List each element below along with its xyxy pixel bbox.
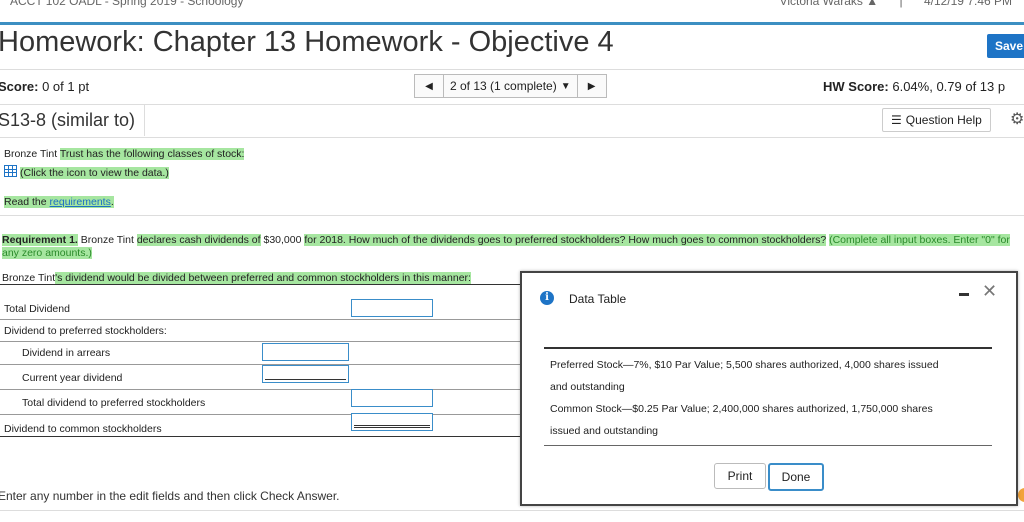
read-prefix: Read the [4, 196, 47, 208]
data-line-3: Common Stock—$0.25 Par Value; 2,400,000 … [550, 403, 933, 415]
left-triangle-icon: ◀ [425, 80, 433, 92]
total-preferred-input[interactable] [351, 389, 433, 407]
total-dividend-input[interactable] [351, 299, 433, 317]
req-company: Bronze Tint [80, 234, 134, 246]
lead-company: Bronze Tint [2, 272, 56, 284]
question-id: S13-8 (similar to) [0, 110, 136, 130]
data-line-4: issued and outstanding [550, 425, 658, 437]
question-header [0, 104, 1024, 138]
close-icon[interactable]: ✕ [982, 281, 997, 302]
table-icon[interactable] [4, 165, 17, 177]
hw-score-label: HW Score: [823, 79, 889, 94]
data-table-dialog: i Data Table ✕ Preferred Stock—7%, $10 P… [520, 271, 1018, 506]
score-value: 0 of 1 pt [42, 79, 90, 94]
question-help-button[interactable]: ☰ Question Help [882, 108, 991, 132]
header-accent-line [0, 22, 1024, 25]
next-question-button[interactable]: ▶ [576, 74, 607, 98]
info-icon: i [540, 291, 554, 305]
lead-text: Bronze Tint's dividend would be divided … [2, 272, 471, 284]
row-label-dividend-preferred: Dividend to preferred stockholders: [4, 325, 167, 337]
req-text-1: declares cash dividends of [136, 234, 261, 246]
row-divider [0, 414, 520, 415]
save-button[interactable]: Save [987, 34, 1024, 58]
current-year-dividend-input[interactable] [262, 365, 349, 383]
divider [0, 69, 1024, 70]
data-table: Preferred Stock—7%, $10 Par Value; 5,500… [544, 347, 992, 446]
company-name: Bronze Tint [4, 148, 58, 160]
dividend-arrears-input[interactable] [262, 343, 349, 361]
row-divider [0, 364, 520, 365]
dialog-title: Data Table [569, 292, 627, 306]
table-top-rule [0, 284, 520, 285]
data-line-2: and outstanding [550, 381, 625, 393]
read-suffix: . [110, 196, 114, 208]
dividend-common-input[interactable] [351, 413, 433, 431]
question-selector[interactable]: 2 of 13 (1 complete) ▼ [444, 74, 577, 98]
read-requirements-row: Read the requirements. [4, 196, 114, 208]
row-divider [0, 341, 520, 342]
datetime: 4/12/19 7:46 PM [923, 0, 1012, 8]
user-info: Victoria Waraks ▲ | 4/12/19 7:46 PM [780, 0, 1012, 8]
browser-title-bar: ACCT 102 OADL - Spring 2019 - Schoology … [0, 0, 1024, 24]
data-link-text[interactable]: (Click the icon to view the data.) [20, 167, 169, 179]
req-text-2: for 2018 [304, 234, 343, 246]
question-help-label: Question Help [905, 113, 982, 127]
question-position: 2 of 13 (1 complete) [450, 79, 557, 93]
question-navigator: ◀ 2 of 13 (1 complete) ▼ ▶ [414, 74, 607, 98]
row-divider [0, 389, 520, 390]
gear-icon[interactable]: ⚙ [1010, 109, 1024, 129]
row-label-current-year-dividend: Current year dividend [22, 372, 123, 384]
user-name[interactable]: Victoria Waraks [780, 0, 863, 8]
list-icon: ☰ [891, 113, 902, 127]
instruction-text: Enter any number in the edit fields and … [0, 489, 340, 503]
req-text-3: . How much of the dividends goes to pref… [342, 234, 827, 246]
data-line-1: Preferred Stock—7%, $10 Par Value; 5,500… [550, 359, 939, 371]
course-title: ACCT 102 OADL - Spring 2019 - Schoology [10, 0, 244, 8]
row-label-dividend-common: Dividend to common stockholders [4, 423, 162, 435]
divider [144, 104, 145, 136]
done-button[interactable]: Done [768, 463, 824, 491]
divider [0, 510, 1024, 511]
req-amount: $30,000 [263, 234, 302, 246]
right-triangle-icon: ▶ [587, 80, 596, 92]
page-title: Homework: Chapter 13 Homework - Objectiv… [0, 26, 614, 58]
intro-rest: Trust has the following classes of stock… [59, 148, 245, 160]
lead-rest: 's dividend would be divided between pre… [55, 272, 471, 284]
minimize-icon[interactable] [959, 293, 969, 296]
requirement-label: Requirement 1. [2, 234, 78, 246]
hw-score-value: 6.04%, 0.79 of 13 p [892, 79, 1006, 94]
previous-question-button[interactable]: ◀ [414, 74, 444, 98]
intro-text: Bronze Tint Trust has the following clas… [4, 148, 245, 160]
print-button[interactable]: Print [714, 463, 766, 489]
row-label-dividend-arrears: Dividend in arrears [22, 347, 111, 359]
requirements-link[interactable]: requirements [50, 196, 111, 208]
row-label-total-preferred: Total dividend to preferred stockholders [22, 397, 206, 409]
hw-score: HW Score: 6.04%, 0.79 of 13 p [823, 79, 1005, 94]
table-bottom-rule [0, 436, 520, 437]
caret-down-icon: ▼ [560, 80, 571, 92]
divider [0, 215, 1024, 216]
row-label-total-dividend: Total Dividend [4, 303, 70, 315]
row-divider [0, 319, 520, 320]
separator: | [899, 0, 903, 8]
lock-icon: ▲ [866, 0, 879, 8]
data-link-row: (Click the icon to view the data.) [4, 165, 169, 179]
score: Score: 0 of 1 pt [0, 79, 89, 94]
notification-icon[interactable] [1018, 488, 1024, 502]
score-label: Score: [0, 79, 39, 94]
requirement-text: Requirement 1. Bronze Tint declares cash… [2, 234, 1012, 260]
